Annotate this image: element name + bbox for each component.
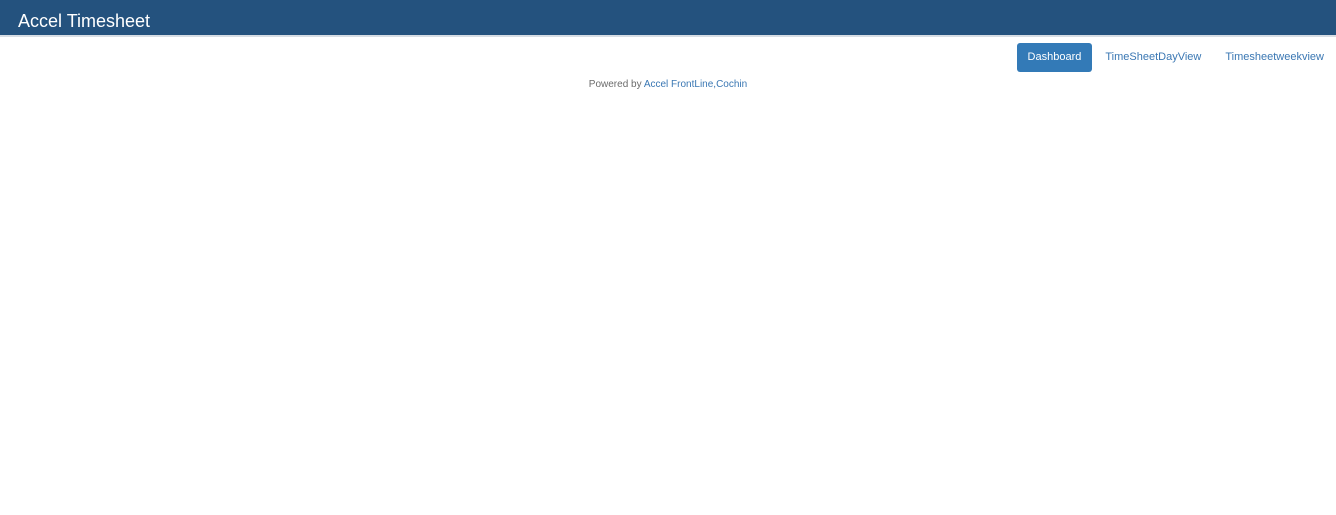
powered-by-footer: Powered by Accel FrontLine,Cochin xyxy=(0,78,1336,92)
nav-timesheet-day-view[interactable]: TimeSheetDayView xyxy=(1094,43,1212,72)
nav-dashboard[interactable]: Dashboard xyxy=(1016,43,1093,72)
top-navbar: Accel Timesheet xyxy=(0,0,1336,37)
powered-by-text: Powered by xyxy=(588,79,642,90)
app-title[interactable]: Accel Timesheet xyxy=(18,10,150,32)
main-nav: Dashboard TimeSheetDayView Timesheetweek… xyxy=(1016,43,1336,72)
company-link[interactable]: Accel FrontLine,Cochin xyxy=(644,79,747,90)
nav-timesheet-week-view[interactable]: Timesheetweekview xyxy=(1214,43,1335,72)
